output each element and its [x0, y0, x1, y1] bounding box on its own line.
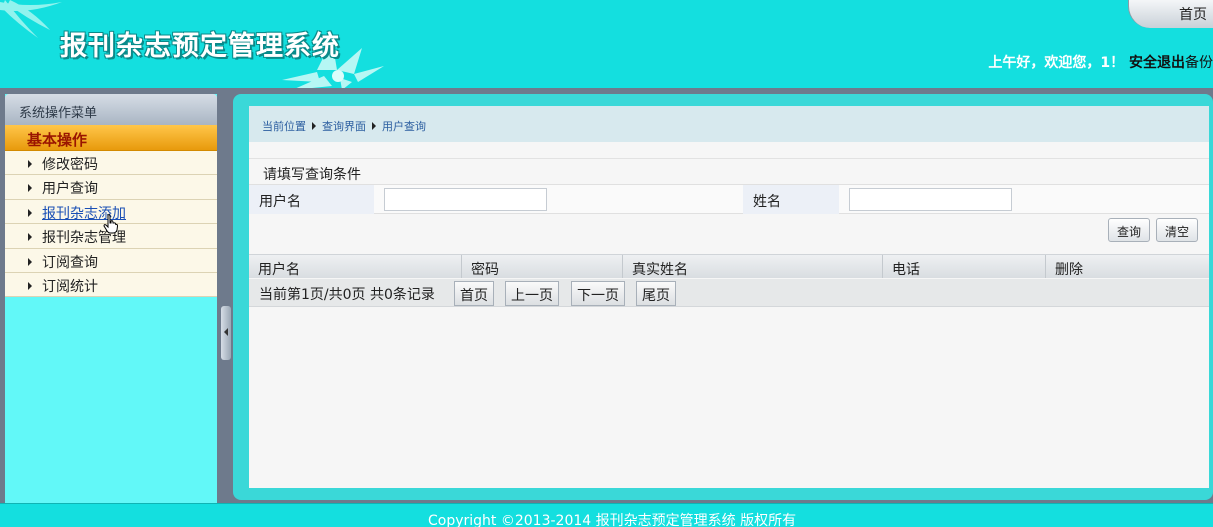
sidebar-group-basic[interactable]: 基本操作: [5, 125, 217, 151]
username-label: 用户名: [249, 185, 374, 214]
prev-page-button[interactable]: 上一页: [505, 281, 559, 306]
sidebar-item-label: 用户查询: [42, 181, 98, 198]
triangle-right-icon: [312, 122, 316, 130]
results-table-header: 用户名 密码 真实姓名 电话 删除: [249, 254, 1209, 278]
sidebar: 系统操作菜单 基本操作 修改密码 用户查询 报刊杂志添加 报刊杂志管理 订阅查询…: [5, 94, 217, 503]
triangle-right-icon: [28, 233, 32, 242]
sidebar-menu-title: 系统操作菜单: [5, 94, 217, 125]
header: 报刊杂志预定管理系统 首页 上午好，欢迎您，1！ 安全退出备份: [0, 0, 1213, 88]
search-button[interactable]: 查询: [1108, 218, 1150, 242]
triangle-right-icon: [372, 122, 376, 130]
sidebar-item-label: 订阅查询: [42, 254, 98, 271]
sidebar-item-user-query[interactable]: 用户查询: [5, 175, 217, 200]
column-header-phone: 电话: [883, 255, 1046, 278]
footer: Copyright ©2013-2014 报刊杂志预定管理系统 版权所有: [0, 503, 1213, 527]
last-page-button[interactable]: 尾页: [636, 281, 676, 306]
sidebar-item-subscription-query[interactable]: 订阅查询: [5, 248, 217, 273]
triangle-right-icon: [28, 160, 32, 168]
triangle-right-icon: [28, 208, 32, 217]
column-header-username: 用户名: [249, 255, 462, 278]
pagination-bar: 当前第1页/共0页 共0条记录 首页 上一页 下一页 尾页: [249, 279, 1209, 307]
sidebar-item-change-password[interactable]: 修改密码: [5, 151, 217, 176]
home-tab[interactable]: 首页: [1128, 0, 1213, 28]
column-header-delete: 删除: [1055, 262, 1083, 278]
realname-label: 姓名: [743, 185, 839, 214]
triangle-right-icon: [28, 184, 32, 193]
copyright-text: Copyright ©2013-2014 报刊杂志预定管理系统 版权所有: [428, 513, 797, 527]
breadcrumb: 当前位置 查询界面 用户查询: [249, 106, 1209, 142]
query-section-title: 请填写查询条件: [249, 158, 1209, 184]
pagination-info: 当前第1页/共0页 共0条记录: [259, 287, 435, 303]
logout-link[interactable]: 安全退出: [1129, 55, 1185, 71]
greeting-bar: 上午好，欢迎您，1！ 安全退出备份: [988, 52, 1213, 72]
main-panel: 当前位置 查询界面 用户查询 请填写查询条件 用户名 姓名 查询 清空 用户名 密码…: [249, 106, 1209, 488]
column-header-password: 密码: [462, 255, 623, 278]
backup-link[interactable]: 备份: [1185, 55, 1213, 71]
query-button-row: 查询 清空: [249, 215, 1209, 245]
hand-cursor-icon: [103, 214, 119, 234]
triangle-left-icon: [224, 328, 228, 336]
triangle-right-icon: [28, 257, 32, 266]
sidebar-item-label: 订阅统计: [42, 278, 98, 295]
home-tab-label: 首页: [1179, 7, 1207, 23]
query-form-row: 用户名 姓名: [249, 184, 1209, 214]
sidebar-item-subscription-stats[interactable]: 订阅统计: [5, 272, 217, 298]
first-page-button[interactable]: 首页: [454, 281, 494, 306]
greeting-text: 上午好，欢迎您，1！: [988, 55, 1125, 71]
app-logo-title: 报刊杂志预定管理系统: [60, 31, 340, 62]
triangle-right-icon: [28, 281, 32, 290]
breadcrumb-item[interactable]: 用户查询: [382, 120, 426, 133]
sidebar-collapse-handle[interactable]: [221, 306, 231, 360]
breadcrumb-item[interactable]: 查询界面: [322, 120, 366, 133]
username-input[interactable]: [384, 188, 547, 211]
sidebar-item-label: 修改密码: [42, 157, 98, 173]
breadcrumb-item[interactable]: 当前位置: [262, 120, 306, 133]
realname-input[interactable]: [849, 188, 1012, 211]
column-header-realname: 真实姓名: [623, 255, 883, 278]
clear-button[interactable]: 清空: [1156, 218, 1198, 242]
next-page-button[interactable]: 下一页: [571, 281, 625, 306]
